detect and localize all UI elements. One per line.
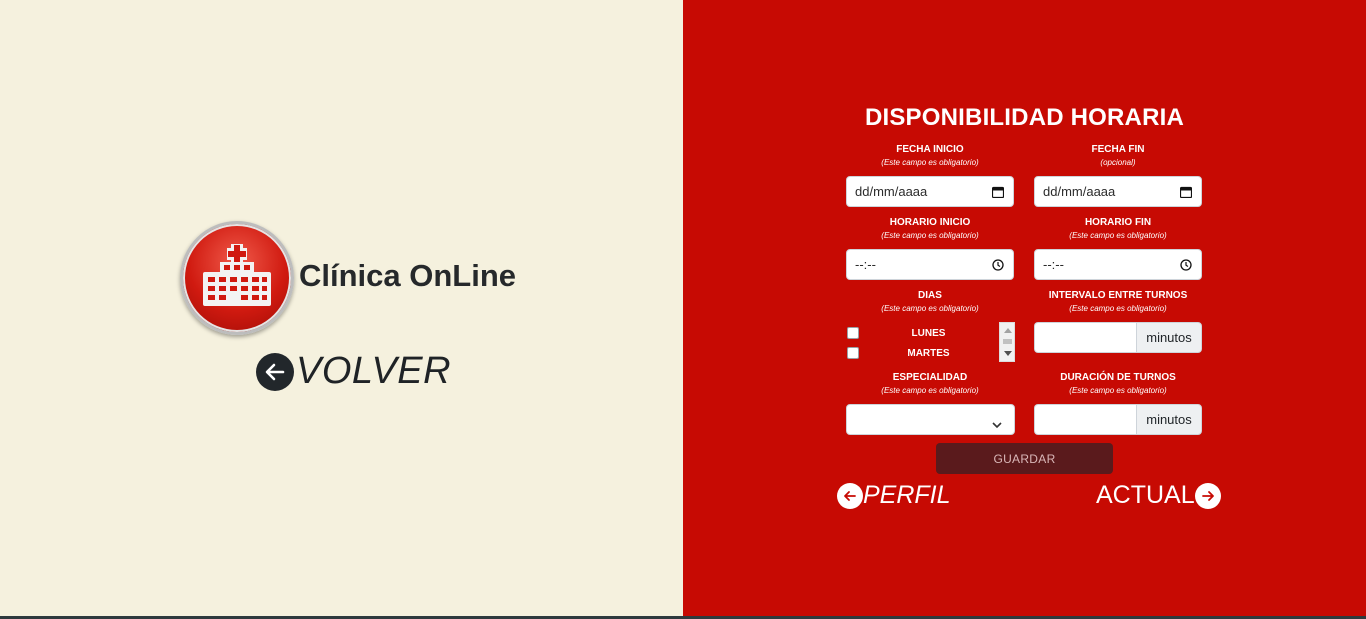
clock-icon[interactable] <box>991 258 1005 272</box>
especialidad-select[interactable] <box>846 404 1015 435</box>
dias-scrollbar[interactable] <box>999 322 1015 362</box>
left-panel <box>0 0 683 619</box>
lunes-checkbox[interactable] <box>847 327 859 339</box>
duracion-input[interactable] <box>1034 404 1136 435</box>
especialidad-hint: (Este campo es obligatorio) <box>881 386 979 395</box>
perfil-label: PERFIL <box>863 481 951 509</box>
duracion-group: minutos <box>1034 404 1202 435</box>
day-label: MARTES <box>907 347 950 359</box>
scroll-up-icon[interactable] <box>1004 328 1012 333</box>
arrow-right-icon <box>1194 482 1221 509</box>
volver-label: VOLVER <box>296 350 452 392</box>
horario-fin-label: HORARIO FIN <box>1084 217 1152 228</box>
actual-label: ACTUAL <box>1096 481 1195 509</box>
arrow-left-icon <box>837 482 863 509</box>
scroll-thumb[interactable] <box>1003 339 1012 344</box>
scroll-down-icon[interactable] <box>1004 351 1012 356</box>
intervalo-label: INTERVALO ENTRE TURNOS <box>1048 290 1188 301</box>
martes-checkbox[interactable] <box>847 347 859 359</box>
fecha-inicio-label: FECHA INICIO <box>896 144 964 155</box>
clock-icon[interactable] <box>1179 258 1193 272</box>
fecha-fin-hint: (opcional) <box>1100 158 1136 167</box>
right-panel <box>683 0 1366 619</box>
perfil-link[interactable]: PERFIL <box>837 481 951 510</box>
fecha-inicio-placeholder: dd/mm/aaaa <box>855 184 928 199</box>
fecha-inicio-hint: (Este campo es obligatorio) <box>881 158 979 167</box>
actual-link[interactable]: ACTUAL <box>1096 481 1221 510</box>
hospital-building-icon <box>180 221 294 335</box>
horario-inicio-hint: (Este campo es obligatorio) <box>881 231 979 240</box>
day-option-martes[interactable]: MARTES <box>846 345 998 361</box>
fecha-fin-placeholder: dd/mm/aaaa <box>1043 184 1116 199</box>
duracion-hint: (Este campo es obligatorio) <box>1069 386 1167 395</box>
horario-inicio-input[interactable]: --:-- <box>846 249 1014 280</box>
duracion-unit: minutos <box>1136 404 1202 435</box>
intervalo-unit: minutos <box>1136 322 1202 353</box>
calendar-icon[interactable] <box>1179 185 1193 199</box>
horario-inicio-placeholder: --:-- <box>855 257 876 272</box>
dias-hint: (Este campo es obligatorio) <box>881 304 979 313</box>
horario-fin-hint: (Este campo es obligatorio) <box>1069 231 1167 240</box>
fecha-inicio-input[interactable]: dd/mm/aaaa <box>846 176 1014 207</box>
volver-link[interactable]: VOLVER <box>256 350 451 393</box>
intervalo-hint: (Este campo es obligatorio) <box>1069 304 1167 313</box>
calendar-icon[interactable] <box>991 185 1005 199</box>
dias-list[interactable]: LUNES MARTES <box>846 322 1015 362</box>
intervalo-group: minutos <box>1034 322 1202 353</box>
brand-name: Clínica OnLine <box>299 258 517 293</box>
especialidad-label: ESPECIALIDAD <box>892 372 968 383</box>
horario-inicio-label: HORARIO INICIO <box>889 217 971 228</box>
fecha-fin-label: FECHA FIN <box>1091 144 1145 155</box>
chevron-down-icon <box>992 416 1002 434</box>
dias-label: DIAS <box>918 290 942 301</box>
horario-fin-placeholder: --:-- <box>1043 257 1064 272</box>
day-option-lunes[interactable]: LUNES <box>846 325 998 341</box>
guardar-button[interactable]: GUARDAR <box>936 443 1113 474</box>
duracion-label: DURACIÓN DE TURNOS <box>1060 372 1176 383</box>
day-label: LUNES <box>911 327 946 339</box>
arrow-left-icon <box>256 352 294 391</box>
fecha-fin-input[interactable]: dd/mm/aaaa <box>1034 176 1202 207</box>
form-title: DISPONIBILIDAD HORARIA <box>864 104 1185 131</box>
intervalo-input[interactable] <box>1034 322 1136 353</box>
horario-fin-input[interactable]: --:-- <box>1034 249 1202 280</box>
